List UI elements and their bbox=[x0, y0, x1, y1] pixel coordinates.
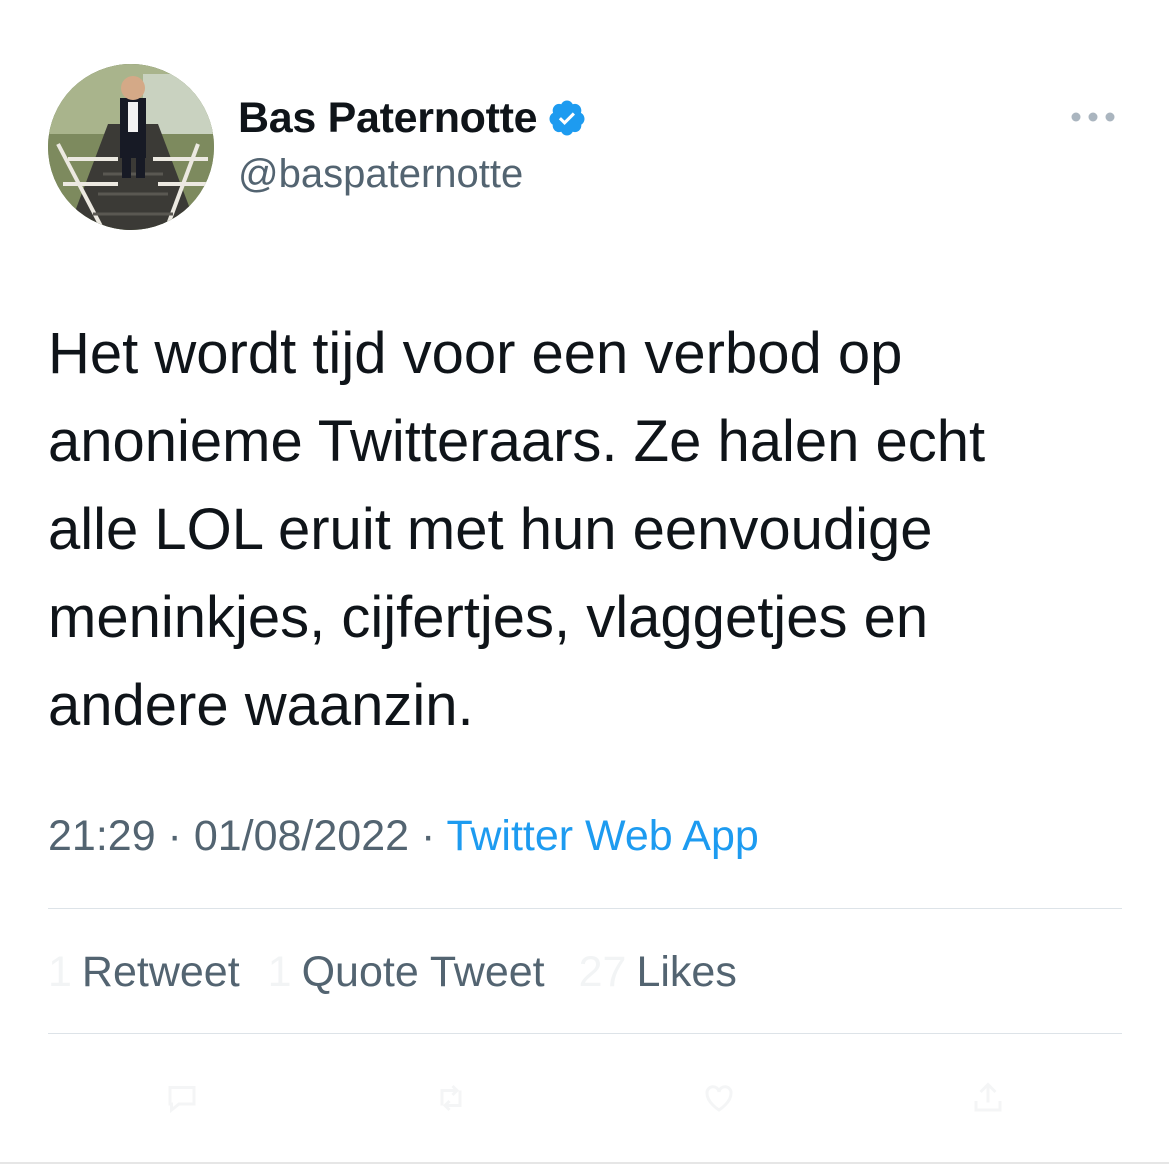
quote-tweets-count: 1 bbox=[267, 947, 292, 996]
bottom-border bbox=[0, 1162, 1169, 1164]
divider bbox=[48, 908, 1122, 909]
retweets-stat[interactable]: 1 Retweet bbox=[48, 948, 240, 997]
avatar[interactable] bbox=[48, 64, 214, 230]
more-horizontal-icon bbox=[1071, 112, 1115, 122]
retweet-button[interactable] bbox=[431, 1078, 471, 1118]
divider bbox=[48, 1033, 1122, 1034]
tweet-text: Het wordt tijd voor een verbod op anonie… bbox=[48, 321, 986, 738]
retweets-label: Retweet bbox=[81, 947, 240, 996]
quote-tweets-stat[interactable]: 1 Quote Tweet bbox=[268, 948, 545, 997]
likes-label: Likes bbox=[636, 947, 737, 996]
meta-separator: · bbox=[409, 812, 447, 860]
tweet-actions bbox=[48, 1068, 1122, 1128]
author-name-row: Bas Paternotte bbox=[238, 90, 587, 146]
more-options-button[interactable] bbox=[1062, 98, 1124, 136]
reply-button[interactable] bbox=[162, 1078, 202, 1118]
retweets-count: 1 bbox=[48, 947, 72, 996]
retweet-icon bbox=[440, 1084, 462, 1112]
likes-stat[interactable]: 27 Likes bbox=[579, 948, 737, 997]
quote-tweets-label: Quote Tweet bbox=[301, 947, 545, 996]
tweet-meta: 21:29 · 01/08/2022 · Twitter Web App bbox=[48, 812, 759, 861]
tweet-time[interactable]: 21:29 bbox=[48, 812, 156, 860]
likes-count: 27 bbox=[578, 947, 627, 996]
share-button[interactable] bbox=[968, 1078, 1008, 1118]
tweet-stats: 1 Retweet 1 Quote Tweet 27 Likes bbox=[48, 942, 737, 1002]
share-icon bbox=[974, 1082, 1002, 1112]
heart-icon bbox=[705, 1085, 733, 1112]
tweet-source-link[interactable]: Twitter Web App bbox=[446, 812, 758, 860]
tweet-date[interactable]: 01/08/2022 bbox=[194, 812, 409, 860]
reply-icon bbox=[168, 1086, 196, 1114]
author-handle[interactable]: @baspaternotte bbox=[238, 152, 523, 197]
avatar-photo bbox=[48, 64, 214, 230]
display-name[interactable]: Bas Paternotte bbox=[238, 94, 538, 143]
meta-separator: · bbox=[155, 812, 194, 860]
verified-badge-icon bbox=[549, 100, 585, 136]
like-button[interactable] bbox=[699, 1078, 739, 1118]
